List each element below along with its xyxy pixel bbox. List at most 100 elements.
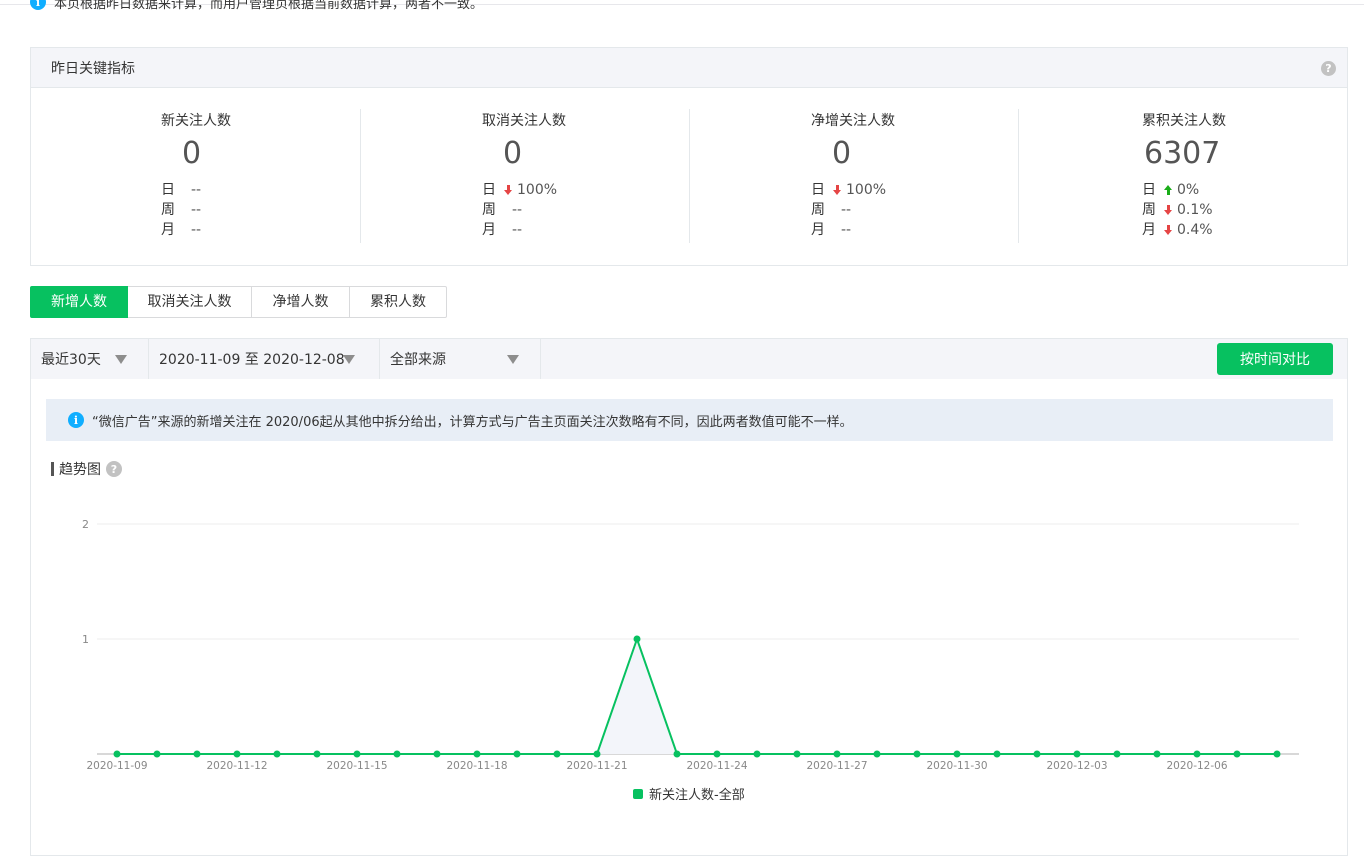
metric-compare-row: 周 -- [161, 200, 231, 220]
metric-value: 0 [832, 136, 852, 171]
data-point [793, 750, 801, 758]
chart-legend[interactable]: 新关注人数-全部 [633, 784, 745, 803]
source-select[interactable]: 全部来源 [380, 339, 541, 379]
compare-period-label: 日 [1142, 182, 1156, 198]
compare-value: -- [841, 220, 851, 240]
x-tick-label: 2020-11-12 [206, 760, 267, 772]
data-point [1233, 750, 1241, 758]
metric-card: 取消关注人数 0 日 100% 周 -- 月 -- [360, 88, 689, 266]
tab-1[interactable]: 取消关注人数 [128, 286, 252, 318]
compare-value-text: -- [841, 202, 852, 218]
x-tick-label: 2020-11-24 [686, 760, 747, 772]
data-point [1073, 750, 1081, 758]
data-point [953, 750, 961, 758]
data-point [233, 750, 241, 758]
top-notice: i 本页根据昨日数据来计算，而用户管理页根据当前数据计算，两者不一致。 [30, 0, 483, 12]
compare-value: 0.4% [1164, 220, 1213, 240]
panel-header: 昨日关键指标 ? [31, 48, 1347, 88]
metric-compare-row: 日 100% [482, 180, 566, 200]
compare-by-time-button[interactable]: 按时间对比 [1217, 343, 1333, 375]
metric-content: 新关注人数 0 日 -- 周 -- 月 -- [161, 112, 231, 240]
metric-compare-rows: 日 100% 周 -- 月 -- [482, 180, 566, 240]
range-select[interactable]: 最近30天 [31, 339, 149, 379]
metric-value: 0 [182, 136, 202, 171]
compare-value-text: -- [191, 202, 202, 218]
data-point [1153, 750, 1161, 758]
metric-content: 取消关注人数 0 日 100% 周 -- 月 -- [482, 112, 566, 240]
source-select-value: 全部来源 [390, 352, 446, 368]
compare-period-label: 周 [811, 202, 825, 218]
data-point [913, 750, 921, 758]
metric-compare-row: 月 -- [811, 220, 895, 240]
compare-period-label: 月 [1142, 222, 1156, 238]
source-notice: i “微信广告”来源的新增关注在 2020/06起从其他中拆分给出，计算方式与广… [46, 399, 1333, 441]
arrow-down-icon [833, 185, 841, 195]
data-point [593, 750, 601, 758]
data-point [833, 750, 841, 758]
compare-value: 0% [1164, 180, 1199, 200]
metric-compare-row: 日 -- [161, 180, 231, 200]
metric-title: 取消关注人数 [482, 113, 566, 129]
data-point [353, 750, 361, 758]
metric-content: 净增关注人数 0 日 100% 周 -- 月 -- [811, 112, 895, 240]
chevron-down-icon [507, 355, 519, 364]
metric-compare-row: 周 -- [482, 200, 566, 220]
help-icon[interactable]: ? [106, 461, 122, 477]
metric-card: 累积关注人数 6307 日 0% 周 0.1% 月 0.4% [1018, 88, 1347, 266]
tab-3[interactable]: 累积人数 [350, 286, 447, 318]
tab-2[interactable]: 净增人数 [252, 286, 350, 318]
compare-value-text: 0.4% [1177, 222, 1213, 238]
compare-value-text: 0% [1177, 182, 1200, 198]
data-point [553, 750, 561, 758]
source-notice-text: “微信广告”来源的新增关注在 2020/06起从其他中拆分给出，计算方式与广告主… [92, 414, 853, 430]
data-point [273, 750, 281, 758]
metric-compare-row: 月 0.4% [1142, 220, 1226, 240]
x-tick-label: 2020-12-06 [1166, 760, 1227, 772]
info-icon: i [30, 0, 46, 10]
compare-value: -- [191, 180, 201, 200]
metric-value: 0 [503, 136, 523, 171]
metric-content: 累积关注人数 6307 日 0% 周 0.1% 月 0.4% [1142, 112, 1226, 240]
x-tick-label: 2020-11-30 [926, 760, 987, 772]
compare-value: -- [191, 220, 201, 240]
data-point [1273, 750, 1281, 758]
compare-period-label: 日 [482, 182, 496, 198]
compare-value: -- [512, 200, 522, 220]
date-range-select[interactable]: 2020-11-09 至 2020-12-08 [149, 339, 380, 379]
data-point [513, 750, 521, 758]
data-point [673, 750, 681, 758]
info-icon: i [68, 412, 84, 428]
help-icon[interactable]: ? [1321, 61, 1336, 76]
chart-area: i “微信广告”来源的新增关注在 2020/06起从其他中拆分给出，计算方式与广… [30, 379, 1348, 856]
metric-compare-rows: 日 100% 周 -- 月 -- [811, 180, 895, 240]
metric-tabs: 新增人数 取消关注人数 净增人数 累积人数 [30, 286, 447, 318]
data-point [313, 750, 321, 758]
metric-compare-rows: 日 -- 周 -- 月 -- [161, 180, 231, 240]
metric-compare-row: 周 -- [811, 200, 895, 220]
data-point [753, 750, 761, 758]
metric-compare-row: 月 -- [161, 220, 231, 240]
data-point [993, 750, 1001, 758]
compare-period-label: 月 [161, 222, 175, 238]
compare-period-label: 周 [161, 202, 175, 218]
compare-value-text: -- [191, 182, 202, 198]
data-point [433, 750, 441, 758]
arrow-down-icon [504, 185, 512, 195]
compare-value: 100% [504, 180, 557, 200]
series-area [117, 639, 1277, 754]
x-tick-label: 2020-11-21 [566, 760, 627, 772]
compare-period-label: 月 [482, 222, 496, 238]
metric-title: 新关注人数 [161, 113, 231, 129]
range-select-value: 最近30天 [41, 352, 101, 368]
metric-card: 新关注人数 0 日 -- 周 -- 月 -- [31, 88, 360, 266]
compare-value-text: 100% [846, 182, 887, 198]
chevron-down-icon [115, 355, 127, 364]
compare-value: -- [512, 220, 522, 240]
top-notice-text: 本页根据昨日数据来计算，而用户管理页根据当前数据计算，两者不一致。 [54, 0, 484, 12]
compare-period-label: 周 [482, 202, 496, 218]
tab-0[interactable]: 新增人数 [30, 286, 128, 318]
compare-value: 0.1% [1164, 200, 1213, 220]
compare-value: -- [841, 200, 851, 220]
arrow-up-icon [1164, 185, 1172, 195]
compare-value-text: -- [512, 202, 523, 218]
